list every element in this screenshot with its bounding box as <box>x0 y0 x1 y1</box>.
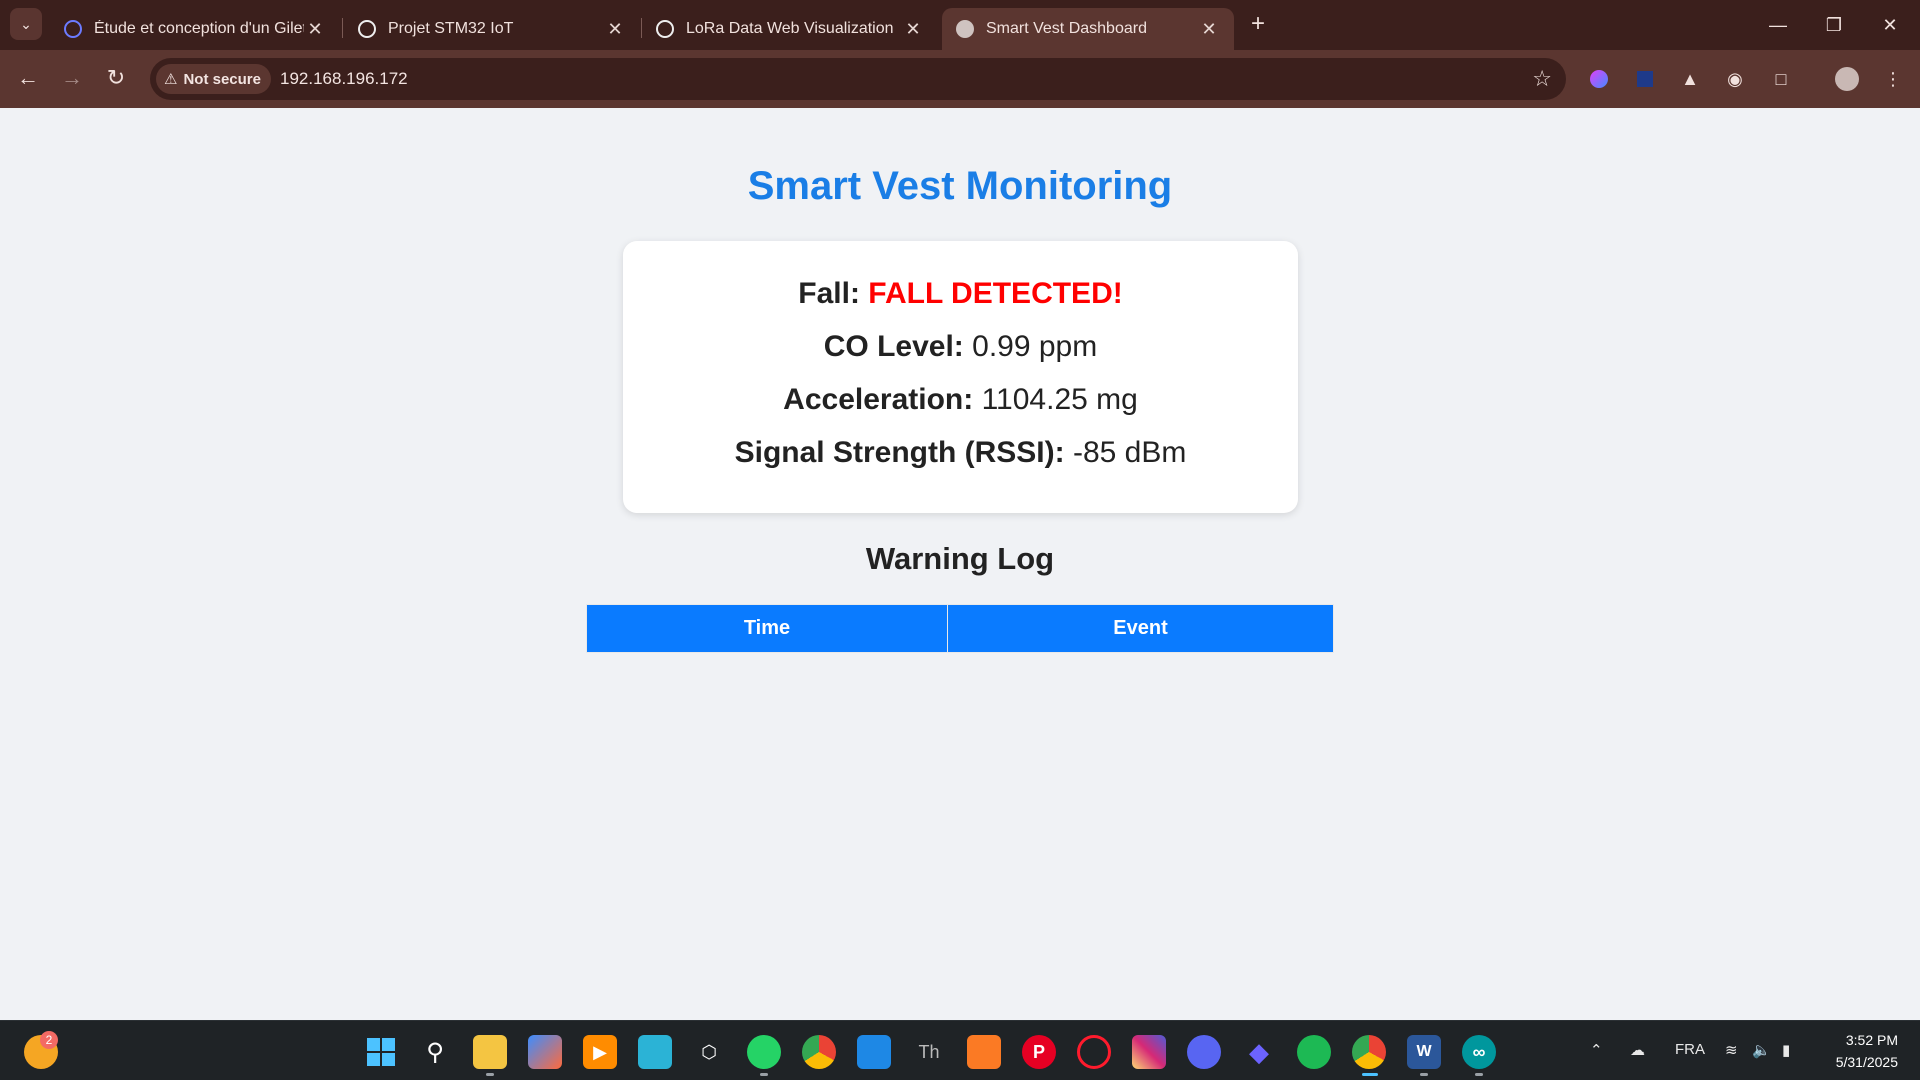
warning-icon: ⚠ <box>164 71 178 88</box>
running-indicator <box>760 1073 768 1076</box>
windows-taskbar: 2 ⚲ ▶ ⬡ Th P ◆ W ∞ ⌃ ☁ FRA ≋ 🔈 ▮ 3:52 PM… <box>0 1020 1920 1080</box>
running-indicator <box>486 1073 494 1076</box>
system-clock[interactable]: 3:52 PM 5/31/2025 <box>1836 1029 1898 1073</box>
stm32cubeide-icon[interactable] <box>638 1035 672 1069</box>
tab-search-button[interactable]: ⌄ <box>10 8 42 40</box>
tab-lora-visualization[interactable]: LoRa Data Web Visualization ✕ <box>642 8 938 50</box>
openai-icon <box>656 20 674 38</box>
forward-button[interactable]: → <box>54 60 90 96</box>
fall-value: FALL DETECTED! <box>868 277 1123 310</box>
tab-projet-stm32[interactable]: Projet STM32 IoT ✕ <box>344 8 640 50</box>
copilot-icon[interactable] <box>528 1035 562 1069</box>
tab-strip: ⌄ Étude et conception d'un Gilet I ✕ Pro… <box>0 0 1920 50</box>
minimize-button[interactable]: — <box>1750 0 1806 50</box>
chrome-profile-icon[interactable] <box>1352 1035 1386 1069</box>
notification-badge: 2 <box>40 1031 58 1049</box>
rssi-row: Signal Strength (RSSI): -85 dBm <box>623 436 1298 470</box>
arrow-left-icon: ← <box>17 65 39 90</box>
fall-status-row: Fall: FALL DETECTED! <box>623 277 1298 311</box>
arrow-right-icon: → <box>61 65 83 90</box>
page-viewport: Smart Vest Monitoring Fall: FALL DETECTE… <box>0 108 1920 1020</box>
clock-time: 3:52 PM <box>1845 1032 1898 1048</box>
address-bar[interactable]: ⚠ Not secure 192.168.196.172 ☆ <box>150 58 1566 100</box>
instagram-icon[interactable] <box>1132 1035 1166 1069</box>
file-explorer-icon[interactable] <box>473 1035 507 1069</box>
close-icon[interactable]: ✕ <box>304 19 326 40</box>
page-title: Smart Vest Monitoring <box>747 164 1173 208</box>
thonny-icon[interactable]: Th <box>912 1035 946 1069</box>
vscode-icon[interactable] <box>857 1035 891 1069</box>
globe-icon <box>956 20 974 38</box>
close-icon[interactable]: ✕ <box>604 19 626 40</box>
new-tab-button[interactable]: + <box>1244 10 1272 38</box>
status-card: Fall: FALL DETECTED! CO Level: 0.99 ppm … <box>623 241 1298 513</box>
extensions-icon[interactable]: □ <box>1766 64 1796 94</box>
acceleration-row: Acceleration: 1104.25 mg <box>623 383 1298 417</box>
minimize-icon: — <box>1769 14 1787 35</box>
warning-log-table: Time Event <box>586 604 1334 653</box>
co-level-row: CO Level: 0.99 ppm <box>623 330 1298 364</box>
restore-icon: ❐ <box>1825 14 1843 35</box>
fall-label: Fall: <box>798 277 860 310</box>
back-button[interactable]: ← <box>10 60 46 96</box>
extension-puzzle-piece-icon[interactable] <box>1630 64 1660 94</box>
whatsapp-icon[interactable] <box>747 1035 781 1069</box>
chrome-icon[interactable] <box>802 1035 836 1069</box>
bookmark-star-icon[interactable]: ☆ <box>1532 66 1552 92</box>
co-label: CO Level: <box>823 330 964 363</box>
table-header-row: Time Event <box>586 604 1334 653</box>
onedrive-cloud-icon[interactable]: ☁ <box>1630 1041 1645 1059</box>
extension-camera-icon[interactable]: ◉ <box>1720 64 1750 94</box>
stream-app-icon[interactable]: ◆ <box>1242 1035 1276 1069</box>
tab-etude[interactable]: Étude et conception d'un Gilet I ✕ <box>50 8 340 50</box>
warning-log-title: Warning Log <box>865 541 1055 576</box>
reload-icon: ↻ <box>106 65 126 90</box>
rssi-value: -85 dBm <box>1072 436 1187 469</box>
close-icon[interactable]: ✕ <box>1198 19 1220 40</box>
orbit-icon <box>64 20 82 38</box>
openai-icon <box>358 20 376 38</box>
browser-toolbar: ← → ↻ ⚠ Not secure 192.168.196.172 ☆ ▲ ◉… <box>0 50 1920 108</box>
battery-icon[interactable]: ▮ <box>1782 1041 1790 1059</box>
running-indicator <box>1420 1073 1428 1076</box>
wifi-icon[interactable]: ≋ <box>1725 1041 1738 1059</box>
opera-icon[interactable] <box>1077 1035 1111 1069</box>
reload-button[interactable]: ↻ <box>98 60 134 96</box>
xampp-icon[interactable] <box>967 1035 1001 1069</box>
extension-brain-icon[interactable] <box>1584 64 1614 94</box>
clock-date: 5/31/2025 <box>1835 1054 1898 1070</box>
media-player-icon[interactable]: ▶ <box>583 1035 617 1069</box>
profile-avatar[interactable] <box>1832 64 1862 94</box>
active-indicator <box>1362 1073 1378 1076</box>
virtualbox-icon[interactable]: ⬡ <box>692 1035 726 1069</box>
language-indicator[interactable]: FRA <box>1675 1041 1705 1058</box>
column-header-time: Time <box>586 604 948 653</box>
spotify-icon[interactable] <box>1297 1035 1331 1069</box>
url-text[interactable]: 192.168.196.172 <box>280 69 408 89</box>
close-icon: ✕ <box>1882 14 1898 35</box>
security-indicator[interactable]: ⚠ Not secure <box>156 64 271 94</box>
co-value: 0.99 ppm <box>972 330 1098 363</box>
extension-mountain-icon[interactable]: ▲ <box>1675 64 1705 94</box>
windows-start-icon[interactable] <box>364 1035 398 1069</box>
pinterest-icon[interactable]: P <box>1022 1035 1056 1069</box>
column-header-event: Event <box>947 604 1334 653</box>
word-icon[interactable]: W <box>1407 1035 1441 1069</box>
chevron-down-icon: ⌄ <box>20 15 32 32</box>
close-window-button[interactable]: ✕ <box>1862 0 1918 50</box>
show-hidden-icons-chevron-icon[interactable]: ⌃ <box>1590 1041 1603 1059</box>
search-icon[interactable]: ⚲ <box>418 1035 452 1069</box>
arduino-icon[interactable]: ∞ <box>1462 1035 1496 1069</box>
running-indicator <box>1475 1073 1483 1076</box>
acceleration-label: Acceleration: <box>783 383 974 416</box>
restore-button[interactable]: ❐ <box>1806 0 1862 50</box>
acceleration-value: 1104.25 mg <box>981 383 1138 416</box>
tab-smart-vest-dashboard[interactable]: Smart Vest Dashboard ✕ <box>942 8 1234 50</box>
tab-divider <box>342 18 343 38</box>
close-icon[interactable]: ✕ <box>902 19 924 40</box>
discord-icon[interactable] <box>1187 1035 1221 1069</box>
menu-kebab-icon[interactable]: ⋮ <box>1878 64 1908 94</box>
rssi-label: Signal Strength (RSSI): <box>734 436 1065 469</box>
volume-icon[interactable]: 🔈 <box>1752 1041 1771 1059</box>
